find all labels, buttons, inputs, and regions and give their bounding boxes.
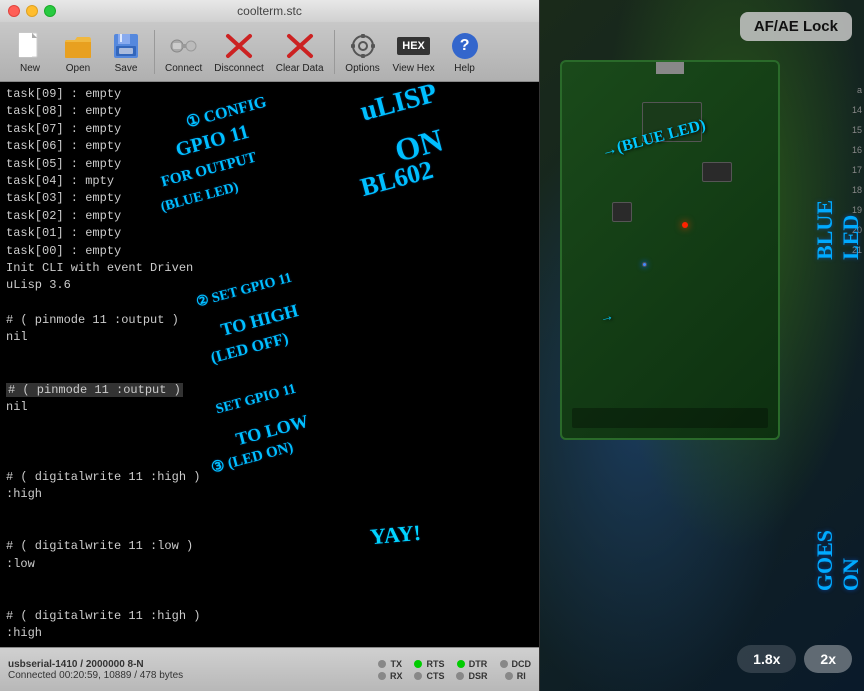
cts-row: CTS [414, 671, 444, 681]
titlebar: coolterm.stc [0, 0, 539, 22]
dtr-indicator-group: DTR DSR [456, 659, 487, 681]
rx-label: RX [390, 671, 403, 681]
new-button[interactable]: New [8, 28, 52, 76]
pcb-row-18: 18 [814, 180, 864, 200]
options-button[interactable]: Options [341, 28, 385, 76]
photo-panel: AF/AE Lock a 14 15 16 17 18 19 20 21 [540, 0, 864, 691]
help-label: Help [454, 63, 475, 74]
dcd-dot [500, 660, 508, 668]
terminal-content: task[09] : empty task[08] : empty task[0… [6, 86, 533, 647]
close-button[interactable] [8, 5, 20, 17]
afae-lock-badge: AF/AE Lock [740, 12, 852, 41]
dcd-row: DCD [500, 659, 532, 669]
toolbar-separator-2 [334, 30, 335, 74]
open-label: Open [66, 63, 90, 74]
connect-label: Connect [165, 63, 202, 74]
tx-dot [378, 660, 386, 668]
cts-dot [414, 672, 422, 680]
view-hex-button[interactable]: HEX View Hex [389, 28, 439, 76]
ri-row: RI [505, 671, 526, 681]
cts-label: CTS [426, 671, 444, 681]
dcd-indicator-group: DCD RI [500, 659, 532, 681]
toolbar: New Open Save [0, 22, 539, 82]
rx-dot [378, 672, 386, 680]
zoom-1-8x-button[interactable]: 1.8x [737, 645, 796, 673]
help-icon: ? [449, 30, 481, 62]
options-icon [347, 30, 379, 62]
terminal-window: coolterm.stc New Ope [0, 0, 540, 691]
traffic-lights [8, 5, 56, 17]
pcb-row-a: a [814, 80, 864, 100]
new-label: New [20, 63, 40, 74]
tx-indicator-group: TX RX [378, 659, 403, 681]
terminal-output[interactable]: task[09] : empty task[08] : empty task[0… [0, 82, 539, 647]
view-hex-icon: HEX [398, 30, 430, 62]
clear-data-label: Clear Data [276, 63, 324, 74]
disconnect-icon [223, 30, 255, 62]
rts-label: RTS [426, 659, 444, 669]
save-button[interactable]: Save [104, 28, 148, 76]
rx-row: RX [378, 671, 403, 681]
dtr-dot [457, 660, 465, 668]
pcb-chip-small [702, 162, 732, 182]
minimize-button[interactable] [26, 5, 38, 17]
help-button[interactable]: ? Help [443, 28, 487, 76]
view-hex-label: View Hex [393, 63, 435, 74]
pcb-row-14: 14 [814, 100, 864, 120]
rts-indicator-group: RTS CTS [414, 659, 444, 681]
ri-dot [505, 672, 513, 680]
dcd-label: DCD [512, 659, 532, 669]
led-blue [642, 262, 647, 267]
pcb-row-17: 17 [814, 160, 864, 180]
rts-row: RTS [414, 659, 444, 669]
window-title: coolterm.stc [237, 4, 302, 18]
save-icon [110, 30, 142, 62]
rts-dot [414, 660, 422, 668]
tx-row: TX [378, 659, 402, 669]
goes-on-annotation: GOESON [812, 530, 864, 591]
usb-connector [656, 60, 684, 74]
dsr-dot [456, 672, 464, 680]
status-indicators: TX RX RTS CTS DT [378, 659, 531, 681]
disconnect-label: Disconnect [214, 63, 263, 74]
zoom-controls: 1.8x 2x [737, 645, 852, 673]
pcb-board [560, 60, 780, 440]
toolbar-separator-1 [154, 30, 155, 74]
pcb-grid-labels: a 14 15 16 17 18 19 20 21 [814, 80, 864, 480]
open-button[interactable]: Open [56, 28, 100, 76]
status-bytes: Connected 00:20:59, 10889 / 478 bytes [8, 670, 370, 681]
open-icon [62, 30, 94, 62]
dtr-label: DTR [469, 659, 488, 669]
pcb-row-15: 15 [814, 120, 864, 140]
tx-label: TX [390, 659, 402, 669]
ri-label: RI [517, 671, 526, 681]
status-connection: usbserial-1410 / 2000000 8-N [8, 659, 370, 670]
pcb-component-1 [612, 202, 632, 222]
save-label: Save [115, 63, 138, 74]
pcb-row-16: 16 [814, 140, 864, 160]
new-icon [14, 30, 46, 62]
blue-led-annotation: BLUELED [812, 200, 864, 260]
clear-data-icon [284, 30, 316, 62]
statusbar: usbserial-1410 / 2000000 8-N Connected 0… [0, 647, 539, 691]
dtr-row: DTR [457, 659, 488, 669]
photo-background: AF/AE Lock a 14 15 16 17 18 19 20 21 [540, 0, 864, 691]
connect-icon [168, 30, 200, 62]
disconnect-button[interactable]: Disconnect [210, 28, 267, 76]
maximize-button[interactable] [44, 5, 56, 17]
dsr-row: DSR [456, 671, 487, 681]
led-red [682, 222, 688, 228]
pcb-connector-bottom [572, 408, 768, 428]
options-label: Options [345, 63, 379, 74]
clear-data-button[interactable]: Clear Data [272, 28, 328, 76]
status-left: usbserial-1410 / 2000000 8-N Connected 0… [8, 659, 370, 681]
connect-button[interactable]: Connect [161, 28, 206, 76]
zoom-2x-button[interactable]: 2x [804, 645, 852, 673]
dsr-label: DSR [468, 671, 487, 681]
